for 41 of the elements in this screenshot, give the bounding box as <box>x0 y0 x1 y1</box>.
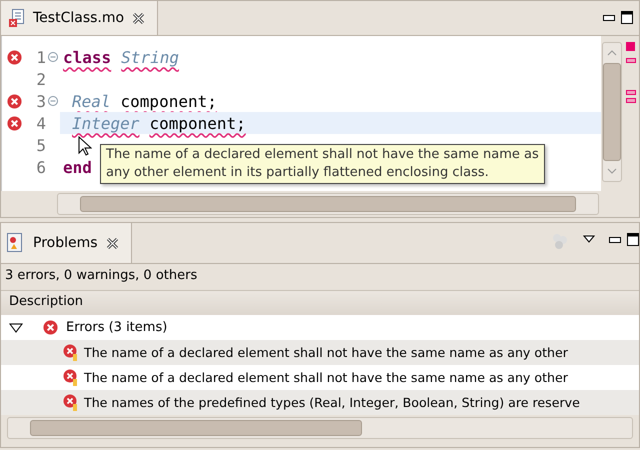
code-line: end <box>62 156 93 178</box>
editor-tab[interactable]: TestClass.mo <box>1 1 158 35</box>
code-line: class String <box>62 46 180 68</box>
line-number: 1 <box>35 48 46 66</box>
error-quickfix-icon <box>63 368 79 386</box>
maximize-icon[interactable] <box>621 11 633 24</box>
view-menu-icon[interactable] <box>583 235 595 243</box>
close-icon[interactable] <box>132 12 146 24</box>
mouse-cursor-icon <box>78 136 92 156</box>
tab-title: TestClass.mo <box>33 10 124 26</box>
horizontal-scrollbar[interactable] <box>57 193 599 215</box>
line-number: 5 <box>35 136 46 154</box>
minimize-icon[interactable] <box>603 14 615 20</box>
problems-tab[interactable]: Problems <box>1 223 132 263</box>
collapse-icon[interactable] <box>48 52 58 62</box>
description-column-header[interactable]: Description <box>1 290 639 315</box>
error-icon <box>43 320 58 335</box>
line-number: 4 <box>35 114 46 132</box>
collapse-icon[interactable] <box>48 96 58 106</box>
minimize-icon[interactable] <box>609 236 621 242</box>
line-number: 3 <box>35 92 46 110</box>
code-line: Integer component; <box>71 112 247 134</box>
error-group-label[interactable]: Errors (3 items) <box>66 320 168 335</box>
error-quickfix-icon <box>63 394 79 412</box>
code-line: Real component; <box>71 90 218 112</box>
scroll-down-icon[interactable] <box>607 167 617 175</box>
line-number: 6 <box>35 158 46 176</box>
expanded-triangle-icon[interactable] <box>9 322 23 332</box>
close-icon[interactable] <box>106 236 119 250</box>
problems-summary: 3 errors, 0 warnings, 0 others <box>4 267 198 285</box>
vertical-scrollbar[interactable] <box>602 42 622 182</box>
tab-title: Problems <box>33 235 98 251</box>
scroll-up-icon[interactable] <box>607 49 617 57</box>
problems-view-icon <box>7 233 25 253</box>
error-overview-marker-icon[interactable] <box>626 42 636 104</box>
line-number: 2 <box>35 70 46 88</box>
error-quickfix-icon <box>63 344 79 362</box>
horizontal-scrollbar[interactable] <box>7 417 633 439</box>
maximize-icon[interactable] <box>627 233 639 246</box>
file-error-icon <box>9 9 25 27</box>
error-tooltip: The name of a declared element shall not have the same name as any other element in its partially flattened enclosing class. <box>100 144 545 184</box>
